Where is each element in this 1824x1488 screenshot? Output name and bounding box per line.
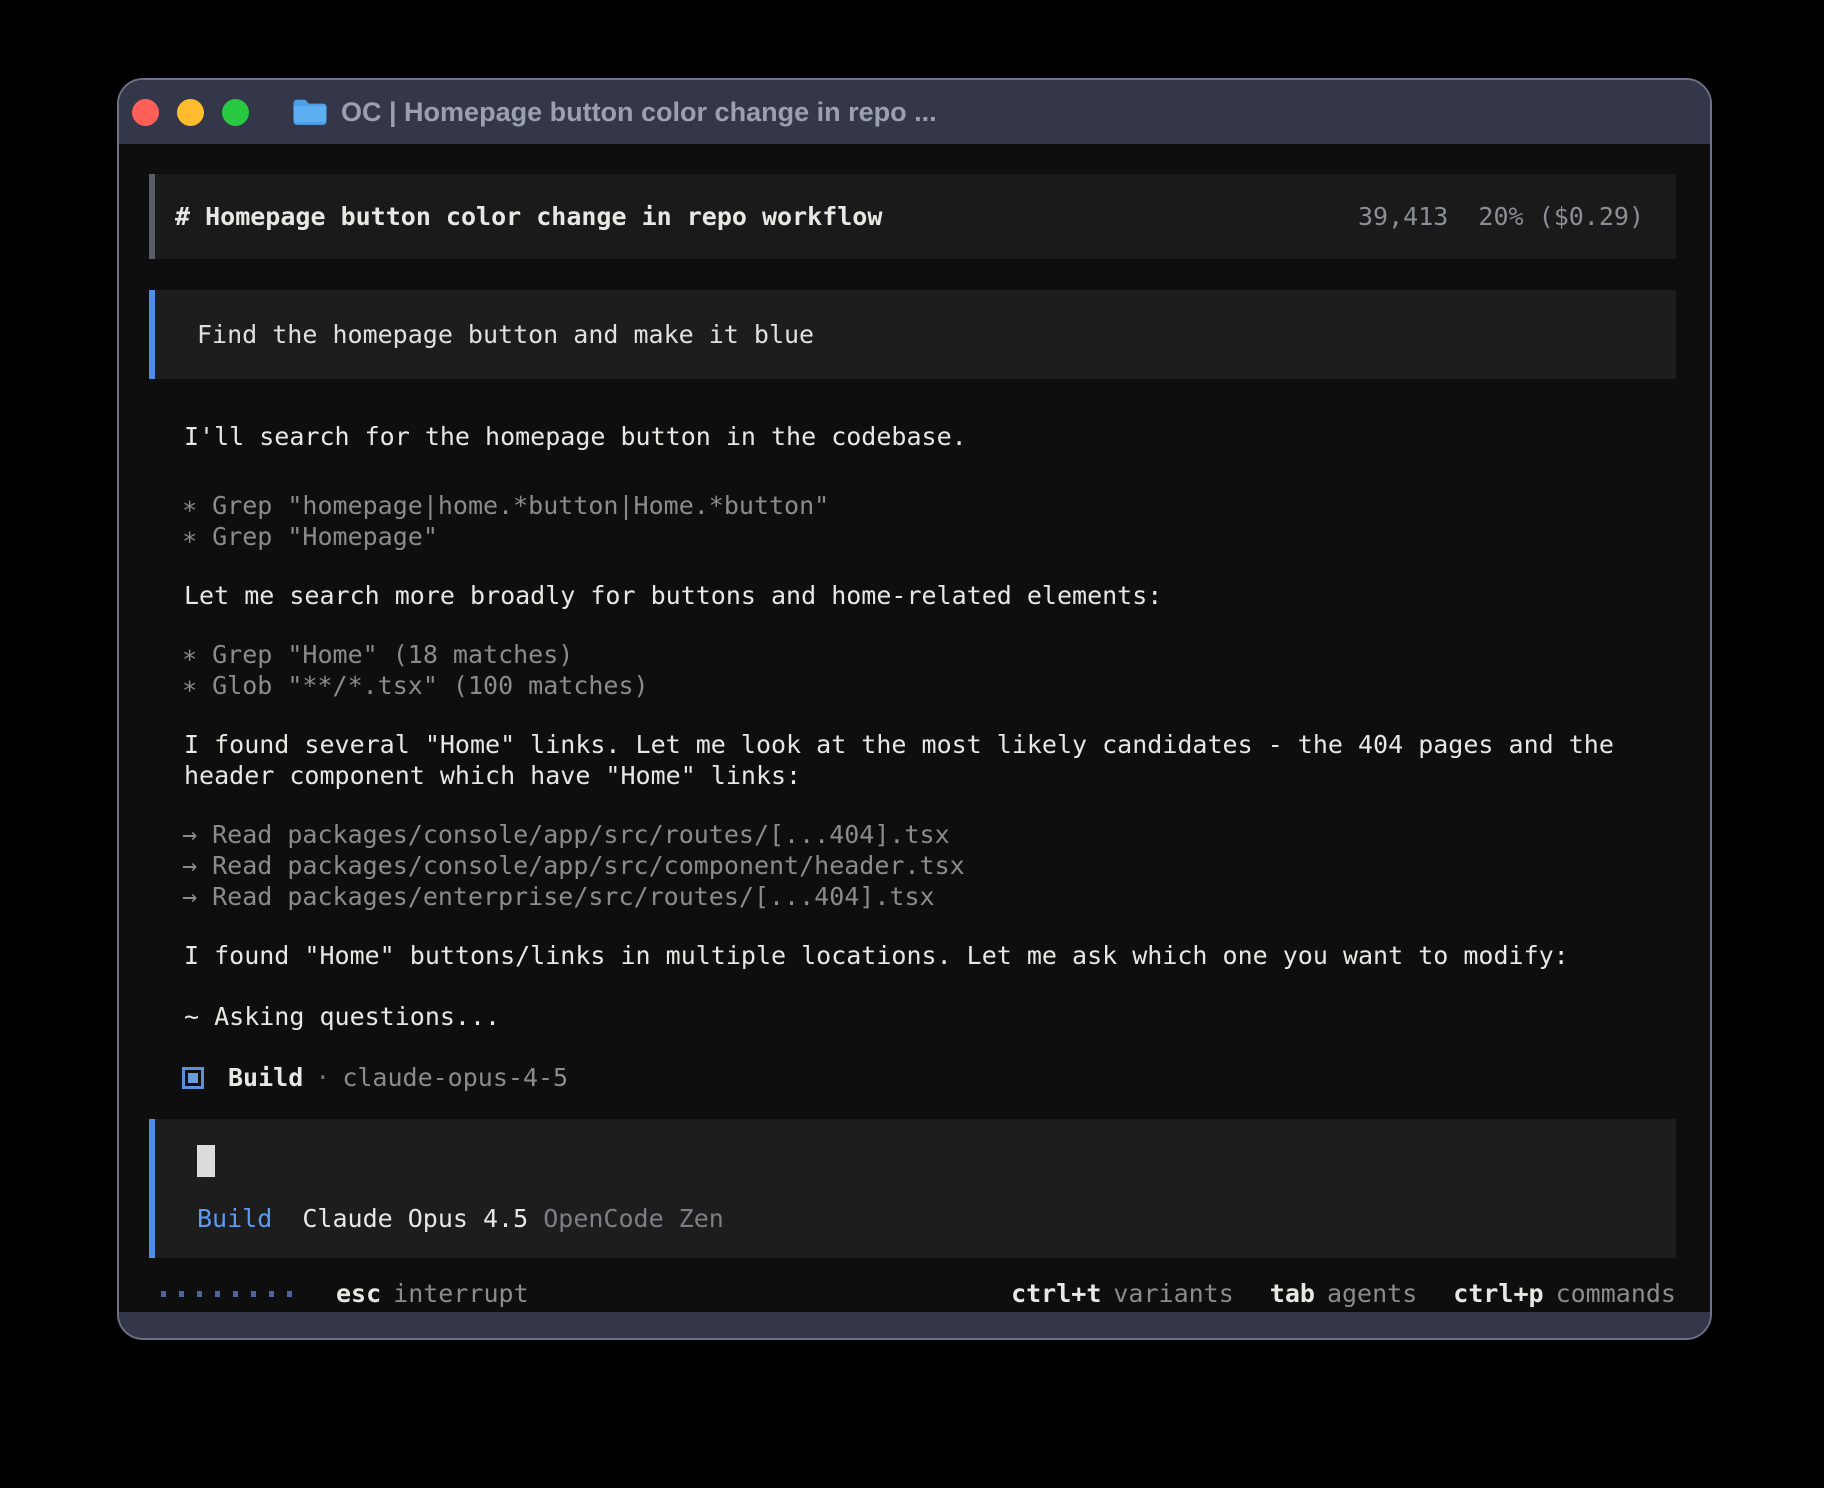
prompt-spacer2 — [528, 1203, 543, 1234]
context-percent: 20% — [1478, 201, 1523, 232]
variants-key: ctrl+t — [1011, 1278, 1101, 1309]
token-count: 39,413 — [1358, 201, 1448, 232]
agent-badge: Build · claude-opus-4-5 — [182, 1062, 1674, 1093]
session-cost: ($0.29) — [1539, 201, 1644, 232]
terminal-content: # Homepage button color change in repo w… — [119, 144, 1710, 1312]
text-cursor — [197, 1145, 215, 1177]
esc-key: esc — [336, 1278, 381, 1309]
assistant-paragraph-candidates: I found several "Home" links. Let me loo… — [184, 729, 1664, 791]
agent-model: claude-opus-4-5 — [342, 1062, 568, 1093]
stats-spacer2 — [1524, 201, 1539, 232]
prompt-model-label: Claude Opus 4.5 — [302, 1203, 528, 1234]
agent-separator: · — [315, 1062, 330, 1093]
prompt-spacer1 — [272, 1203, 302, 1234]
hint-variants: ctrl+t variants — [1011, 1278, 1234, 1309]
prompt-meta: Build Claude Opus 4.5 OpenCode Zen — [197, 1203, 1646, 1234]
tool-call-read-1: → Read packages/console/app/src/routes/[… — [182, 819, 1674, 850]
tool-call-group-2: ∗ Grep "Home" (18 matches) ∗ Glob "**/*.… — [182, 639, 1674, 701]
agents-label: agents — [1327, 1278, 1417, 1309]
stats-spacer — [1448, 201, 1478, 232]
variants-label: variants — [1113, 1278, 1233, 1309]
esc-label: interrupt — [393, 1278, 528, 1309]
tool-call-grep-2: ∗ Grep "Homepage" — [182, 521, 1674, 552]
commands-key: ctrl+p — [1453, 1278, 1543, 1309]
tool-call-read-2: → Read packages/console/app/src/componen… — [182, 850, 1674, 881]
hint-interrupt: esc interrupt — [336, 1278, 529, 1309]
tool-call-group-1: ∗ Grep "homepage|home.*button|Home.*butt… — [182, 490, 1674, 552]
commands-label: commands — [1556, 1278, 1676, 1309]
assistant-status-line: ~ Asking questions... — [184, 1001, 1674, 1032]
status-bar: esc interrupt ctrl+t variants tab agents… — [161, 1278, 1676, 1309]
zoom-button[interactable] — [222, 99, 249, 126]
tool-call-glob-1: ∗ Glob "**/*.tsx" (100 matches) — [182, 670, 1674, 701]
window-title: OC | Homepage button color change in rep… — [341, 97, 937, 128]
tool-call-read-3: → Read packages/enterprise/src/routes/[.… — [182, 881, 1674, 912]
user-message: Find the homepage button and make it blu… — [149, 290, 1676, 379]
minimize-button[interactable] — [177, 99, 204, 126]
hint-agents: tab agents — [1270, 1278, 1417, 1309]
agent-name: Build — [228, 1062, 303, 1093]
prompt-input[interactable]: Build Claude Opus 4.5 OpenCode Zen — [149, 1119, 1676, 1258]
tool-call-grep-3: ∗ Grep "Home" (18 matches) — [182, 639, 1674, 670]
terminal-window: OC | Homepage button color change in rep… — [117, 78, 1712, 1340]
tool-call-grep-1: ∗ Grep "homepage|home.*button|Home.*butt… — [182, 490, 1674, 521]
spinner-dots-icon — [161, 1291, 292, 1297]
hint-commands: ctrl+p commands — [1453, 1278, 1676, 1309]
traffic-lights — [132, 99, 249, 126]
folder-icon — [292, 97, 328, 127]
prompt-provider-label: OpenCode Zen — [543, 1203, 724, 1234]
user-message-text: Find the homepage button and make it blu… — [197, 320, 814, 349]
build-agent-icon — [182, 1067, 204, 1089]
assistant-paragraph-ask: I found "Home" buttons/links in multiple… — [184, 940, 1674, 971]
close-button[interactable] — [132, 99, 159, 126]
status-left: esc interrupt — [161, 1278, 529, 1309]
tool-call-group-reads: → Read packages/console/app/src/routes/[… — [182, 819, 1674, 912]
session-stats: 39,413 20% ($0.29) — [1358, 201, 1644, 232]
window-footer-strip — [119, 1312, 1710, 1338]
session-title: # Homepage button color change in repo w… — [175, 201, 882, 232]
assistant-paragraph-intro: I'll search for the homepage button in t… — [184, 421, 1674, 452]
prompt-agent-label: Build — [197, 1203, 272, 1234]
assistant-paragraph-broaden: Let me search more broadly for buttons a… — [184, 580, 1674, 611]
agents-key: tab — [1270, 1278, 1315, 1309]
session-header: # Homepage button color change in repo w… — [149, 174, 1676, 259]
status-right: ctrl+t variants tab agents ctrl+p comman… — [1011, 1278, 1676, 1309]
titlebar: OC | Homepage button color change in rep… — [119, 80, 1710, 144]
